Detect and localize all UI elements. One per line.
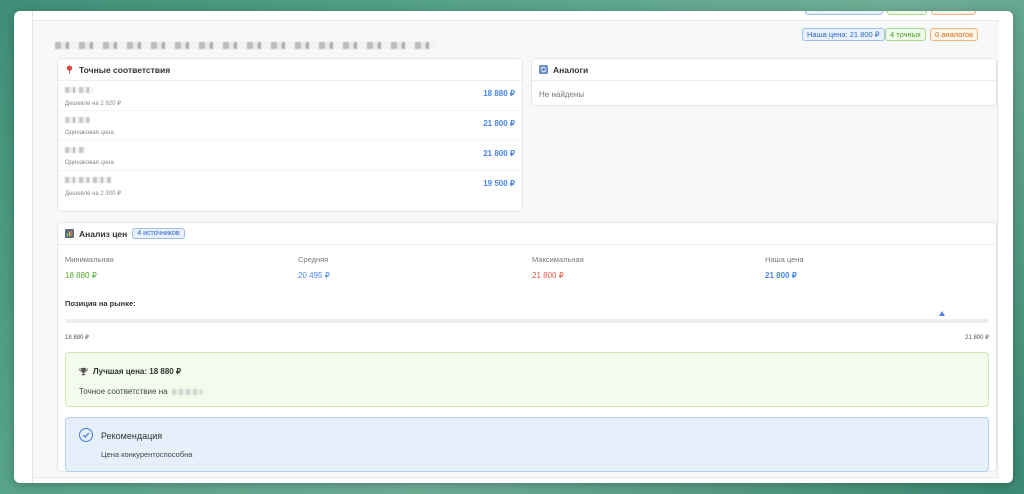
stat-ours: Наша цена 21 800 ₽	[765, 255, 995, 280]
app-window: Наша цена: 21 800 ₽ 4 точных 0 аналогов …	[14, 11, 1013, 483]
check-circle-icon	[79, 428, 93, 442]
best-price-title: Лучшая цена: 18 880 ₽	[93, 367, 182, 376]
market-position-label: Позиция на рынке:	[65, 299, 136, 308]
price-analysis-card: Анализ цен 4 источников Минимальная 18 8…	[57, 222, 997, 472]
position-marker	[939, 311, 946, 316]
stat-avg: Средняя 20 495 ₽	[298, 255, 528, 280]
match-note: Одинаковая цена	[65, 160, 114, 166]
analysis-header: Анализ цен 4 источников	[58, 223, 996, 245]
recommendation-box: Рекомендация Цена конкурентоспособна	[65, 417, 989, 472]
stat-label: Средняя	[298, 255, 329, 264]
prev-badge-green	[887, 11, 927, 15]
best-price-box: Лучшая цена: 18 880 ₽ Точное соответстви…	[65, 352, 989, 407]
match-price: 21 800 ₽	[483, 119, 515, 128]
stat-value: 21 800 ₽	[765, 271, 797, 280]
match-name-redacted	[65, 87, 93, 93]
match-item[interactable]: Одинаковая цена 21 800 ₽	[58, 111, 522, 141]
match-item[interactable]: Дешевле на 2 920 ₽ 18 880 ₽	[58, 81, 522, 111]
match-note: Дешевле на 2 300 ₽	[65, 191, 121, 197]
range-max-label: 21 800 ₽	[965, 335, 989, 341]
analog-count-badge: 0 аналогов	[930, 28, 979, 41]
match-item[interactable]: Одинаковая цена 21 800 ₽	[58, 141, 522, 171]
price-stats: Минимальная 18 880 ₽ Средняя 20 495 ₽ Ма…	[65, 255, 989, 289]
stat-value: 20 495 ₽	[298, 271, 330, 280]
chart-icon	[65, 229, 74, 238]
best-price-source-redacted	[171, 388, 202, 395]
analogs-title: Аналоги	[553, 64, 589, 75]
range-min-label: 18 880 ₽	[65, 335, 89, 341]
stat-label: Максимальная	[532, 255, 584, 264]
match-note: Дешевле на 2 920 ₽	[65, 101, 121, 107]
match-price: 21 800 ₽	[483, 149, 515, 158]
prev-badge-orange	[931, 11, 976, 15]
analysis-title: Анализ цен	[79, 228, 128, 239]
prev-badge-blue	[805, 11, 883, 15]
match-price: 19 500 ₽	[483, 179, 515, 188]
analogs-empty-text: Не найдены	[539, 90, 585, 99]
stat-value: 18 880 ₽	[65, 271, 97, 280]
product-title-redacted	[55, 42, 435, 49]
best-price-title-row: Лучшая цена: 18 880 ₽	[79, 367, 181, 376]
analogs-header: Аналоги	[532, 59, 996, 81]
pin-icon	[66, 65, 73, 74]
match-note: Одинаковая цена	[65, 130, 114, 136]
analogs-card: Аналоги Не найдены	[531, 58, 997, 106]
our-price-badge: Наша цена: 21 800 ₽	[802, 28, 885, 41]
match-name-redacted	[65, 117, 91, 123]
recommendation-title: Рекомендация	[101, 431, 163, 441]
stat-value: 21 800 ₽	[532, 271, 564, 280]
refresh-icon	[539, 65, 548, 74]
sources-badge: 4 источников	[132, 228, 185, 239]
previous-row	[33, 11, 999, 21]
recommendation-text: Цена конкурентоспособна	[101, 450, 193, 459]
stat-min: Минимальная 18 880 ₽	[65, 255, 295, 280]
exact-count-badge: 4 точных	[885, 28, 926, 41]
next-row	[33, 477, 999, 483]
market-position-track	[65, 319, 989, 323]
exact-matches-title: Точные соответствия	[79, 64, 171, 75]
content-panel: Наша цена: 21 800 ₽ 4 точных 0 аналогов …	[32, 11, 999, 483]
exact-matches-card: Точные соответствия Дешевле на 2 920 ₽ 1…	[57, 58, 523, 212]
stat-max: Максимальная 21 800 ₽	[532, 255, 762, 280]
best-price-subtitle: Точное соответствие на	[79, 387, 168, 396]
best-price-subtitle-row: Точное соответствие на	[79, 387, 202, 396]
match-item[interactable]: Дешевле на 2 300 ₽ 19 500 ₽	[58, 171, 522, 201]
match-price: 18 880 ₽	[483, 89, 515, 98]
exact-matches-header: Точные соответствия	[58, 59, 522, 81]
stat-label: Наша цена	[765, 255, 804, 264]
stat-label: Минимальная	[65, 255, 114, 264]
trophy-icon	[79, 367, 88, 376]
match-name-redacted	[65, 177, 111, 183]
match-name-redacted	[65, 147, 85, 153]
